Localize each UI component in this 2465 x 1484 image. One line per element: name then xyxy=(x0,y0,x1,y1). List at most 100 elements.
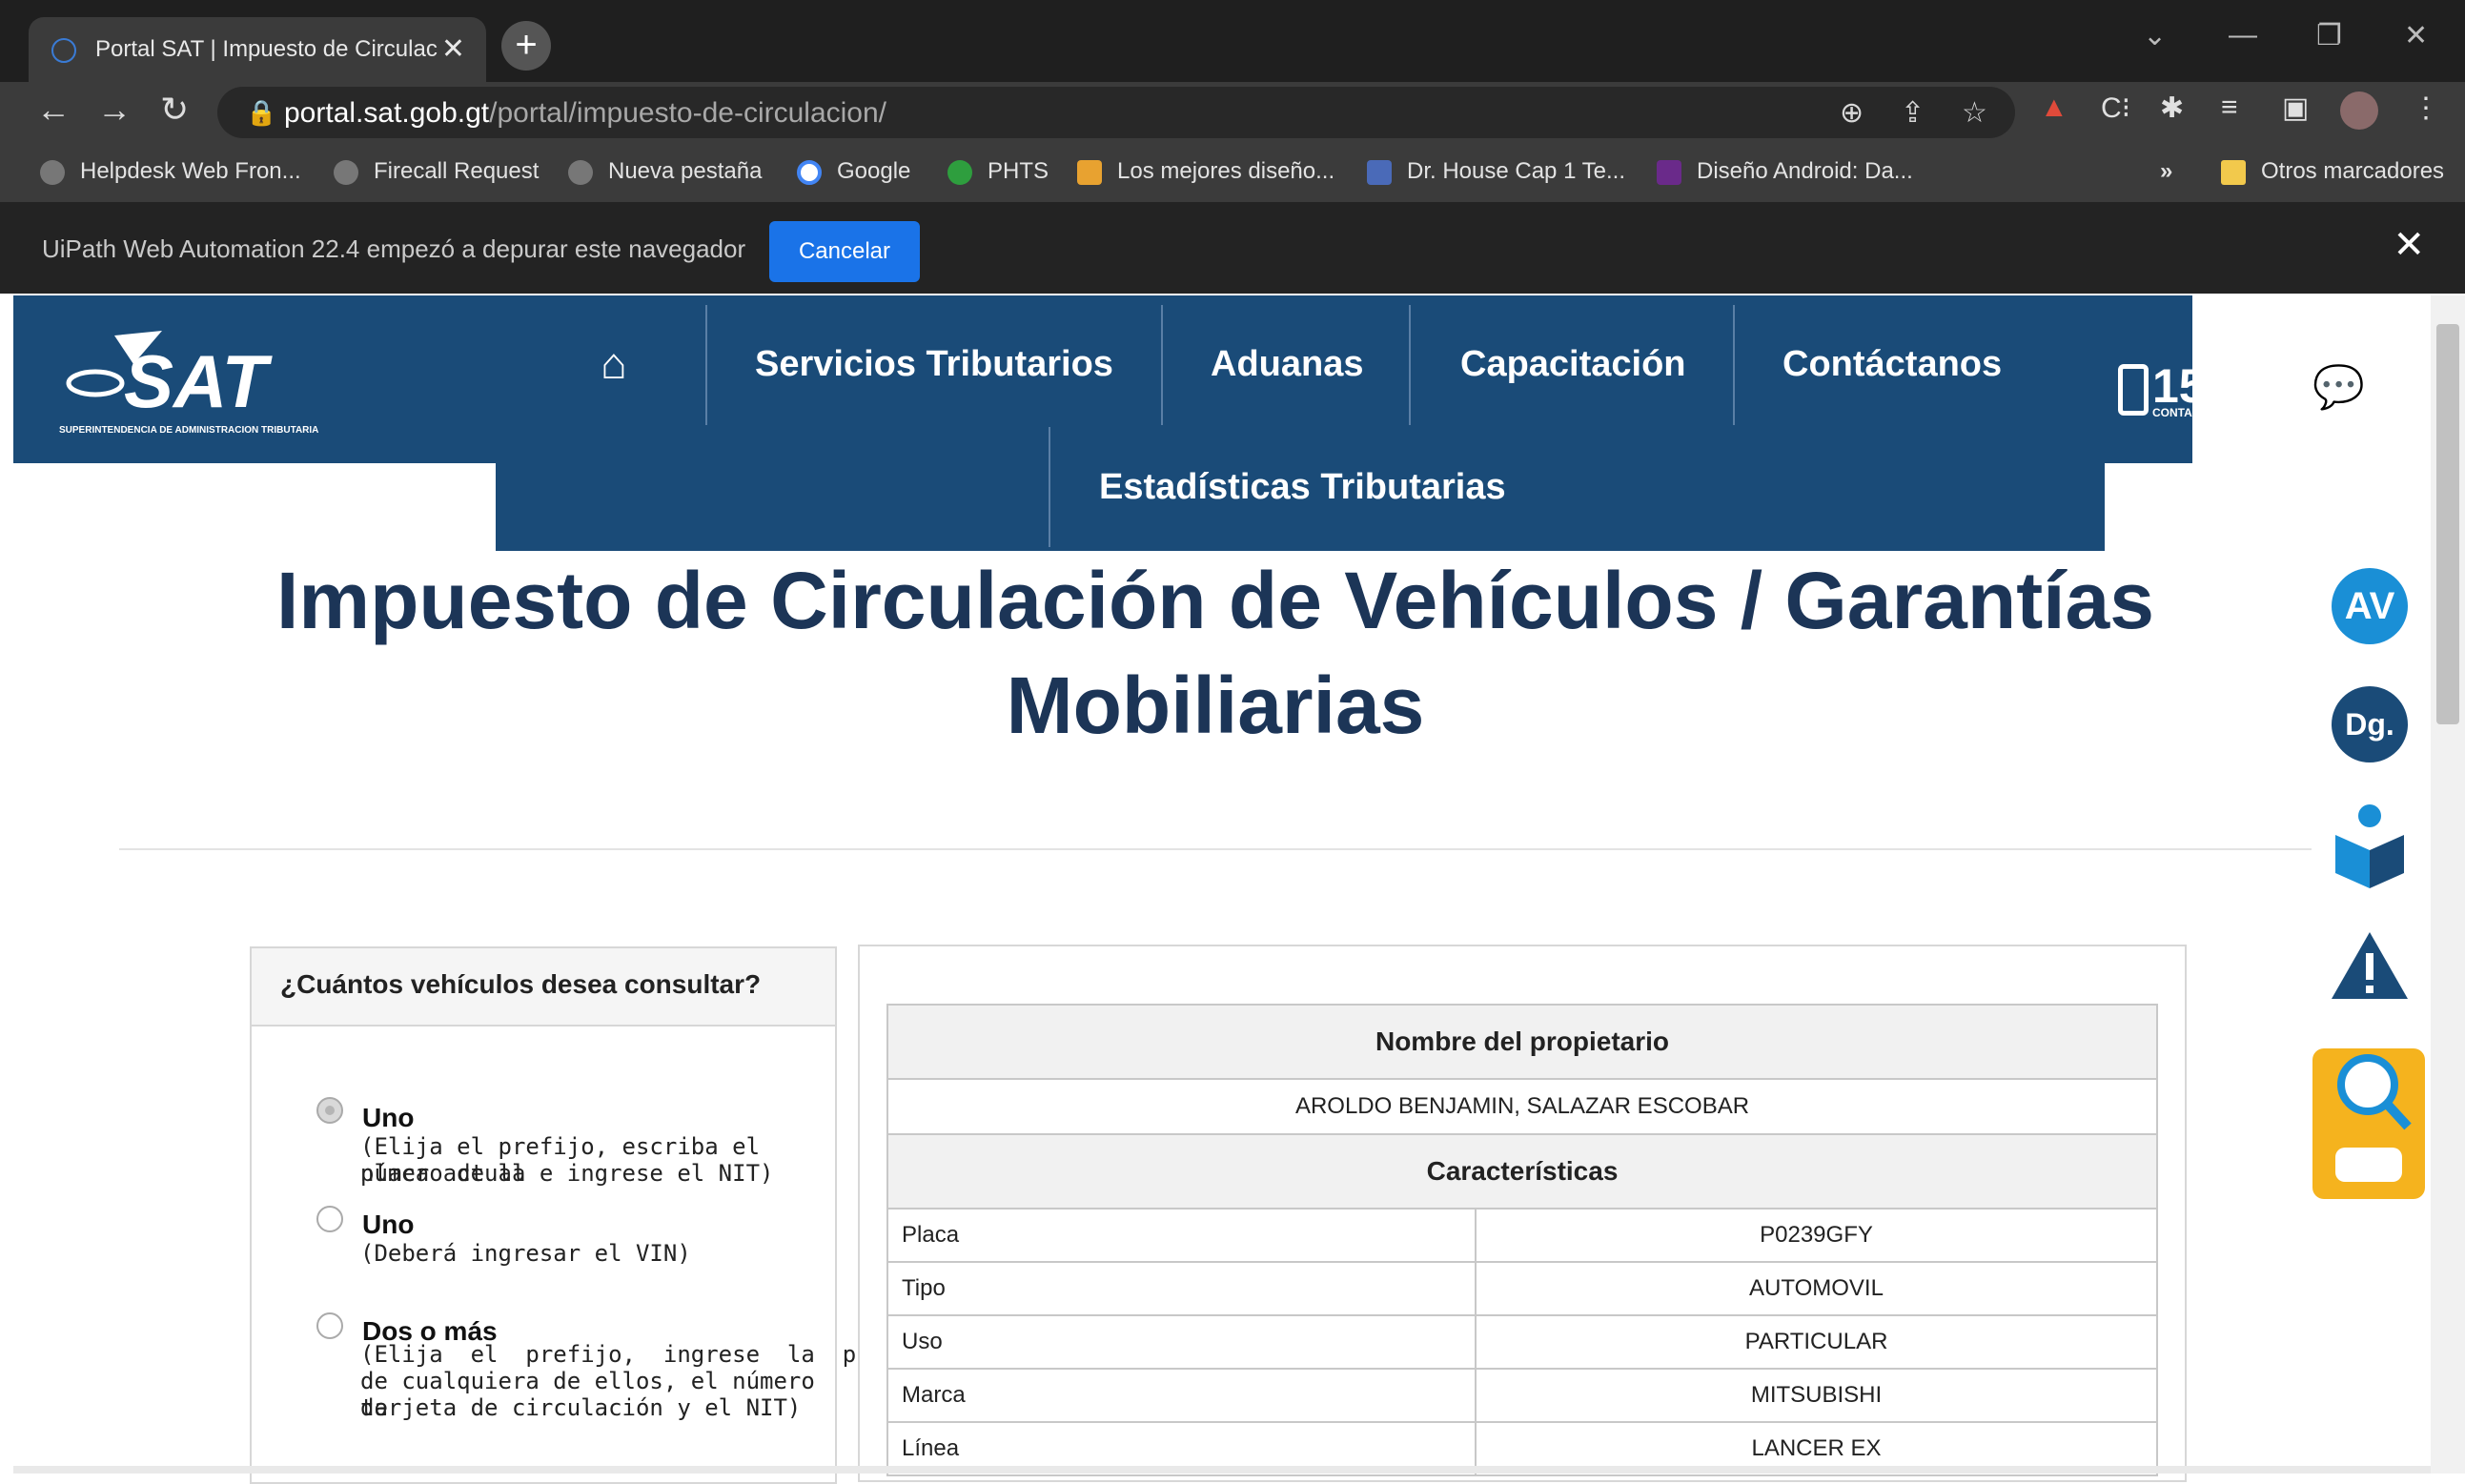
vehicle-result-table: Nombre del propietario AROLDO BENJAMIN, … xyxy=(886,1004,2158,1476)
nav-divider xyxy=(1049,427,1050,547)
reading-list-icon[interactable]: ≡ xyxy=(2221,91,2238,124)
scrollbar-thumb[interactable] xyxy=(2436,324,2459,724)
infobar-message: UiPath Web Automation 22.4 empezó a depu… xyxy=(42,234,746,263)
design-icon xyxy=(1077,159,1102,185)
contact-center-label: CONTACT CENTER xyxy=(2152,406,2258,419)
nav-capacitacion[interactable]: Capacitación xyxy=(1460,344,1686,385)
dg-float-button[interactable]: Dg. xyxy=(2332,686,2408,762)
nav-estadisticas-tributarias[interactable]: Estadísticas Tributarias xyxy=(1099,467,1506,508)
divider xyxy=(119,848,2312,850)
globe-icon xyxy=(40,159,65,185)
row-label: Placa xyxy=(886,1208,1477,1263)
av-float-button[interactable]: AV xyxy=(2332,568,2408,644)
lock-icon[interactable]: 🔒 xyxy=(246,98,276,128)
owner-header: Nombre del propietario xyxy=(886,1004,2158,1080)
nav-divider xyxy=(705,305,707,425)
features-header: Características xyxy=(886,1133,2158,1210)
sat-logo[interactable]: SAT SUPERINTENDENCIA DE ADMINISTRACION T… xyxy=(57,326,381,440)
page-title: Impuesto de Circulación de Vehículos / G… xyxy=(191,548,2240,758)
table-row: Marca MITSUBISHI xyxy=(886,1368,2158,1423)
browser-tab[interactable]: Portal SAT | Impuesto de Circulac ✕ xyxy=(29,17,486,82)
row-label: Uso xyxy=(886,1314,1477,1370)
radio-uno-placa[interactable] xyxy=(316,1097,343,1124)
option-desc: (Elija el prefijo, ingrese la placa xyxy=(360,1341,911,1368)
radio-uno-vin[interactable] xyxy=(316,1206,343,1232)
radio-dos-o-mas[interactable] xyxy=(316,1312,343,1339)
restore-icon[interactable]: ❐ xyxy=(2316,19,2342,52)
extensions-puzzle-icon[interactable]: ✱ xyxy=(2160,91,2184,125)
option-label: Uno xyxy=(362,1103,415,1132)
home-icon[interactable]: ⌂ xyxy=(601,337,627,389)
nav-contactanos[interactable]: Contáctanos xyxy=(1783,344,2002,385)
bookmark-item[interactable]: Helpdesk Web Fron... xyxy=(40,158,301,185)
minimize-icon[interactable]: — xyxy=(2229,19,2257,51)
chat-icon[interactable]: 💬 xyxy=(2312,362,2365,412)
bookmark-item[interactable]: Diseño Android: Da... xyxy=(1657,158,1913,185)
zoom-icon[interactable]: ⊕ xyxy=(1840,96,1864,130)
row-label: Marca xyxy=(886,1368,1477,1423)
angular-extension-icon[interactable]: ▲ xyxy=(2040,91,2068,124)
bookmark-item[interactable]: Google xyxy=(797,158,910,185)
bookmark-item[interactable]: PHTS xyxy=(947,158,1049,185)
page-title-line2: Mobiliarias xyxy=(1006,661,1425,750)
share-icon[interactable]: ⇪ xyxy=(1901,96,1925,130)
warning-float-icon[interactable] xyxy=(2330,930,2410,1001)
forward-icon[interactable]: → xyxy=(97,90,132,130)
row-label: Tipo xyxy=(886,1261,1477,1316)
menu-icon[interactable]: ⋮ xyxy=(2412,91,2440,125)
bookmark-item[interactable]: Firecall Request xyxy=(334,158,539,185)
logo-wordmark: SAT xyxy=(124,339,274,423)
nav-servicios-tributarios[interactable]: Servicios Tributarios xyxy=(755,344,1113,385)
row-value: P0239GFY xyxy=(1475,1208,2158,1263)
phone-icon xyxy=(2118,364,2149,416)
reload-icon[interactable]: ↻ xyxy=(160,90,189,130)
bookmark-item[interactable]: Nueva pestaña xyxy=(568,158,762,185)
globe-icon xyxy=(334,159,358,185)
chat-sat-label: Chat SAT xyxy=(2318,408,2370,421)
nav-divider xyxy=(1733,305,1735,425)
panel-header-text: ¿Cuántos vehículos desea consultar? xyxy=(280,969,762,999)
cube-float-button[interactable] xyxy=(2335,803,2404,888)
option-desc: tarjeta de circulación y el NIT) xyxy=(360,1394,802,1421)
address-bar[interactable]: 🔒 portal.sat.gob.gt/portal/impuesto-de-c… xyxy=(217,87,2015,138)
vehicle-count-panel: ¿Cuántos vehículos desea consultar? Uno … xyxy=(250,946,911,1484)
cancel-debug-button[interactable]: Cancelar xyxy=(769,221,920,282)
option-desc: (Deberá ingresar el VIN) xyxy=(360,1240,691,1267)
option-desc: placa actual e ingrese el NIT) xyxy=(360,1160,774,1187)
new-tab-button[interactable]: + xyxy=(501,21,551,71)
bookmarks-bar: Helpdesk Web Fron... Firecall Request Nu… xyxy=(0,143,2465,204)
nav-aduanas[interactable]: Aduanas xyxy=(1211,344,1363,385)
back-icon[interactable]: ← xyxy=(36,90,71,130)
bookmark-star-icon[interactable]: ☆ xyxy=(1962,96,1987,130)
extension-c-icon[interactable]: C⁝ xyxy=(2101,91,2130,125)
bookmark-item[interactable]: Dr. House Cap 1 Te... xyxy=(1367,158,1625,185)
tab-search-chevron-icon[interactable]: ⌄ xyxy=(2143,19,2167,52)
logo-subtitle: SUPERINTENDENCIA DE ADMINISTRACION TRIBU… xyxy=(59,425,318,436)
folder-icon xyxy=(2221,159,2246,185)
search-float-button[interactable] xyxy=(2312,1048,2425,1199)
option-label: Uno xyxy=(362,1210,415,1239)
nav-divider xyxy=(1409,305,1411,425)
bookmark-item[interactable]: Los mejores diseño... xyxy=(1077,158,1334,185)
close-infobar-icon[interactable]: ✕ xyxy=(2393,223,2425,267)
d-icon xyxy=(1657,159,1681,185)
row-value: AUTOMOVIL xyxy=(1475,1261,2158,1316)
row-value: MITSUBISHI xyxy=(1475,1368,2158,1423)
debug-infobar: UiPath Web Automation 22.4 empezó a depu… xyxy=(0,202,2465,294)
sat-favicon-icon xyxy=(51,38,76,63)
table-row: Placa P0239GFY xyxy=(886,1208,2158,1263)
phts-icon xyxy=(947,159,972,185)
row-value: PARTICULAR xyxy=(1475,1314,2158,1370)
profile-avatar[interactable] xyxy=(2340,91,2378,130)
side-panel-icon[interactable]: ▣ xyxy=(2282,91,2309,125)
table-row: Tipo AUTOMOVIL xyxy=(886,1261,2158,1316)
url-text: portal.sat.gob.gt/portal/impuesto-de-cir… xyxy=(284,97,887,129)
close-window-icon[interactable]: ✕ xyxy=(2404,19,2428,52)
owner-name: AROLDO BENJAMIN, SALAZAR ESCOBAR xyxy=(886,1078,2158,1135)
other-bookmarks[interactable]: Otros marcadores xyxy=(2221,158,2444,185)
tab-title: Portal SAT | Impuesto de Circulac xyxy=(95,36,438,62)
video-icon xyxy=(1367,159,1392,185)
close-tab-icon[interactable]: ✕ xyxy=(441,32,465,66)
horizontal-scrollbar[interactable] xyxy=(13,1466,2431,1474)
bookmarks-overflow-button[interactable]: » xyxy=(2160,158,2172,185)
